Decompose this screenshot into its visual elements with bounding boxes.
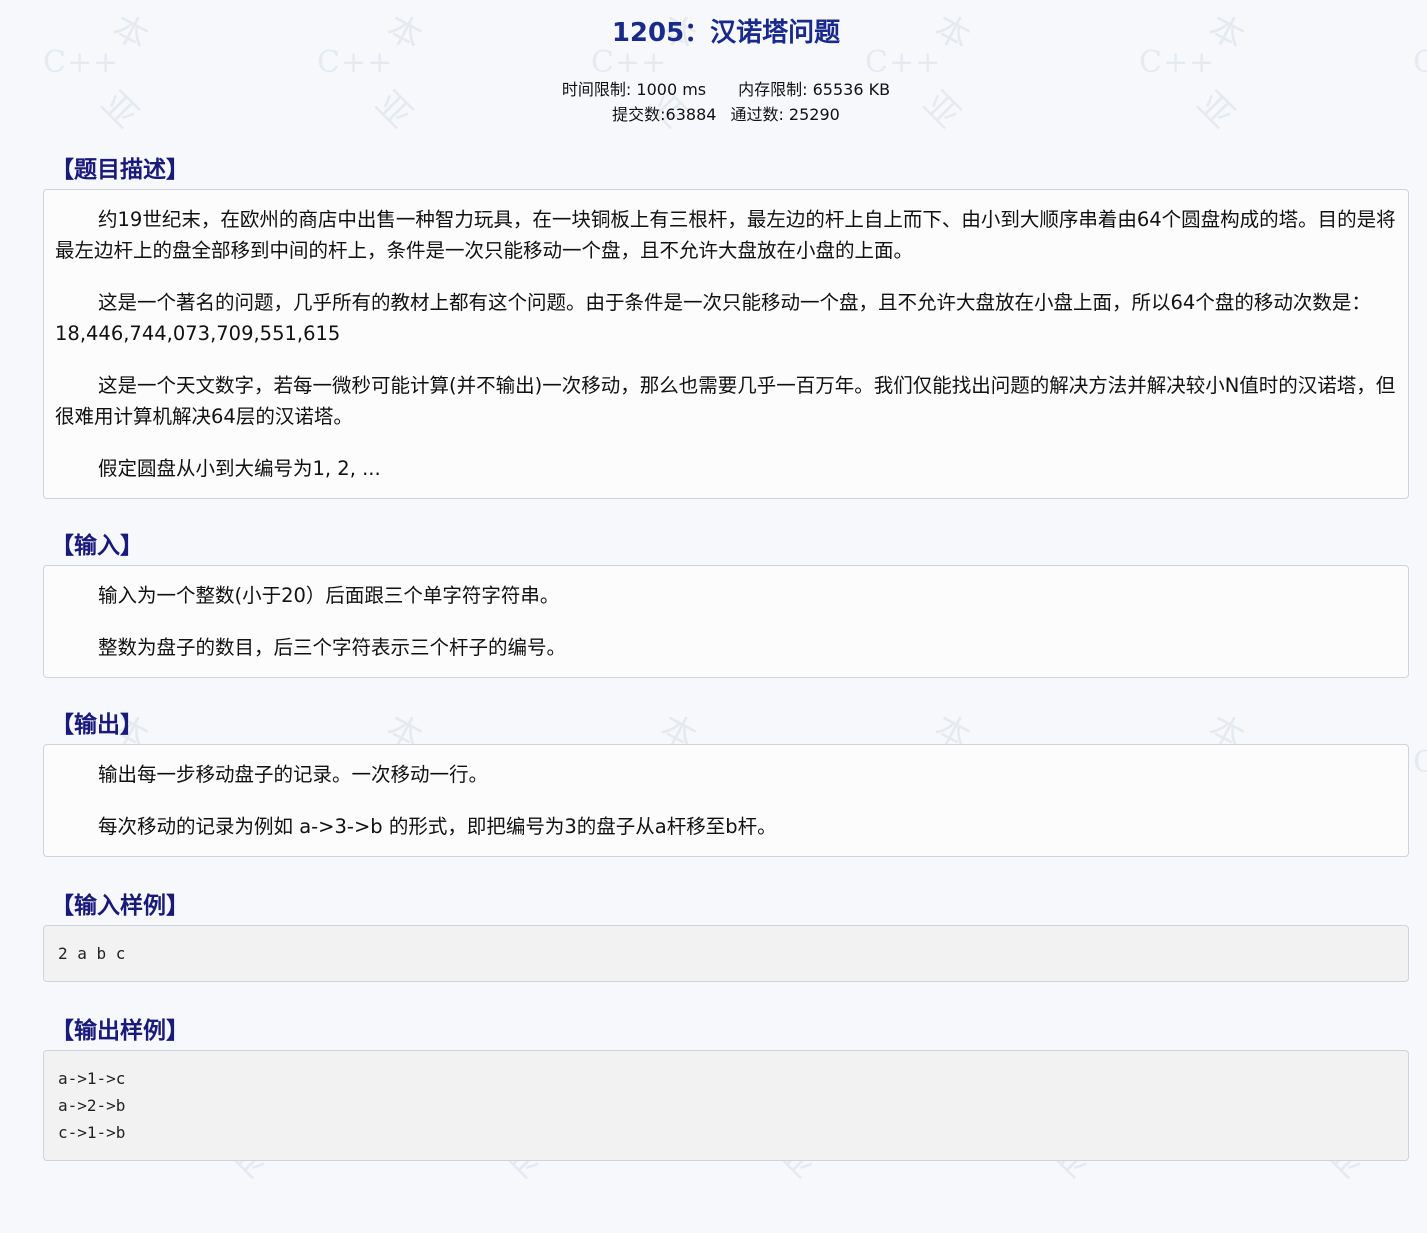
description-panel: 约19世纪末，在欧州的商店中出售一种智力玩具，在一块铜板上有三根杆，最左边的杆上… [43,189,1409,499]
input-panel: 输入为一个整数(小于20）后面跟三个单字符字符串。 整数为盘子的数目，后三个字符… [43,565,1409,678]
stats-row: 提交数:63884 通过数: 25290 [43,102,1409,127]
sample-input-heading: 【输入样例】 [51,893,189,919]
description-paragraph: 约19世纪末，在欧州的商店中出售一种智力玩具，在一块铜板上有三根杆，最左边的杆上… [55,208,1396,262]
output-panel: 输出每一步移动盘子的记录。一次移动一行。 每次移动的记录为例如 a->3->b … [43,744,1409,857]
description-paragraph: 这是一个著名的问题，几乎所有的教材上都有这个问题。由于条件是一次只能移动一个盘，… [55,291,1371,345]
sample-output-code[interactable]: a->1->c a->2->b c->1->b [43,1050,1409,1161]
accepted-count: 通过数: 25290 [730,105,840,124]
input-paragraph: 输入为一个整数(小于20）后面跟三个单字符字符串。 [98,584,560,607]
output-heading: 【输出】 [51,712,143,738]
limits-row: 时间限制: 1000 ms 内存限制: 65536 KB [43,77,1409,102]
problem-title: 1205：汉诺塔问题 [611,18,841,48]
time-limit: 时间限制: 1000 ms [561,80,707,99]
input-heading: 【输入】 [51,533,143,559]
description-paragraph: 假定圆盘从小到大编号为1, 2, ... [98,457,381,480]
output-paragraph: 每次移动的记录为例如 a->3->b 的形式，即把编号为3的盘子从a杆移至b杆。 [98,815,777,838]
problem-limits: 时间限制: 1000 ms 内存限制: 65536 KB 提交数:63884 通过数… [43,77,1409,127]
problem-page: 1205：汉诺塔问题 时间限制: 1000 ms 内存限制: 65536 KB 提… [0,0,1427,1161]
sample-output-heading: 【输出样例】 [51,1018,189,1044]
sample-input-code[interactable]: 2 a b c [43,925,1409,982]
description-paragraph: 这是一个天文数字，若每一微秒可能计算(并不输出)一次移动，那么也需要几乎一百万年… [55,374,1396,428]
memory-limit: 内存限制: 65536 KB [738,80,891,99]
description-heading: 【题目描述】 [51,157,189,183]
submission-count: 提交数:63884 [612,105,717,124]
input-paragraph: 整数为盘子的数目，后三个字符表示三个杆子的编号。 [98,636,567,659]
output-paragraph: 输出每一步移动盘子的记录。一次移动一行。 [98,763,489,786]
